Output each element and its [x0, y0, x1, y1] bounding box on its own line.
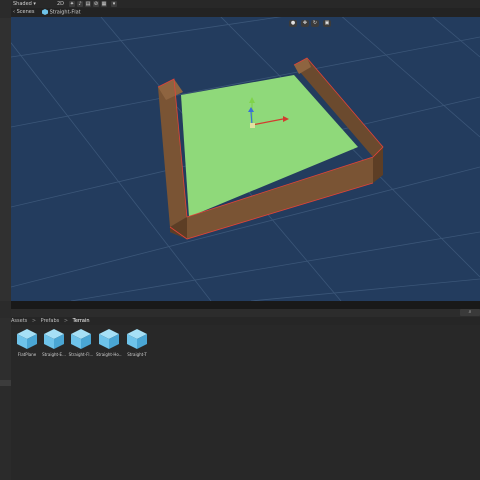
2d-toggle[interactable]: 2D	[57, 1, 64, 7]
hidden-icon[interactable]: ⊘	[93, 1, 99, 7]
search-icon[interactable]: ⌕	[460, 309, 480, 316]
rotate-tool-icon[interactable]: ↻	[311, 20, 319, 27]
prefab-icon	[17, 329, 37, 349]
breadcrumb-item[interactable]: Terrain	[73, 317, 90, 325]
left-panel-strip	[0, 0, 11, 480]
shading-mode-label: Shaded	[13, 1, 32, 7]
prefab-icon	[127, 329, 147, 349]
asset-item[interactable]: Straight-T	[124, 328, 150, 362]
asset-label: Straight-Fl...	[68, 352, 94, 357]
left-panel-segment	[0, 380, 11, 386]
asset-label: FlatPlane	[17, 352, 37, 357]
scene-breadcrumb-bar: ‹ Scenes Straight-Flat	[11, 8, 480, 17]
tab-scenes[interactable]: ‹ Scenes	[13, 9, 34, 16]
effects-icon[interactable]: ▤	[85, 1, 91, 7]
prefab-icon	[99, 329, 119, 349]
asset-item[interactable]: FlatPlane	[14, 328, 40, 362]
scene-canvas[interactable]	[11, 17, 480, 301]
tab-prefab[interactable]: Straight-Flat	[42, 9, 81, 16]
scale-tool-icon[interactable]: ▣	[323, 20, 331, 27]
asset-label: Straight-Ho...	[96, 352, 122, 357]
scene-view[interactable]: ● ✥ ↻ ▣	[11, 17, 480, 301]
project-panel-header: ⌕	[11, 309, 480, 317]
gizmos-icon[interactable]: ▾	[111, 1, 117, 7]
asset-item[interactable]: Straight-Fl...	[68, 328, 94, 362]
panel-divider[interactable]	[11, 301, 480, 309]
left-panel-segment	[0, 18, 11, 301]
asset-label: Straight-E...	[42, 352, 66, 357]
camera-icon[interactable]: ▦	[101, 1, 107, 7]
scene-tool-overlay: ● ✥ ↻ ▣	[289, 20, 345, 28]
tab-scenes-label: Scenes	[16, 9, 35, 15]
orbit-icon[interactable]: ●	[289, 20, 297, 27]
breadcrumb: Assets > Prefabs > Terrain	[11, 317, 480, 325]
tab-prefab-label: Straight-Flat	[49, 9, 81, 16]
prefab-icon	[71, 329, 91, 349]
back-arrow-icon: ‹	[13, 9, 15, 15]
prefab-icon	[42, 9, 48, 15]
breadcrumb-item[interactable]: Assets	[11, 317, 27, 325]
breadcrumb-separator: >	[31, 318, 37, 324]
asset-item[interactable]: Straight-Ho...	[96, 328, 122, 362]
asset-label: Straight-T	[127, 352, 147, 357]
prefab-icon	[44, 329, 64, 349]
lighting-icon[interactable]: ✦	[69, 1, 75, 7]
shading-mode-dropdown[interactable]: Shaded ▾	[13, 1, 36, 7]
move-tool-icon[interactable]: ✥	[301, 20, 309, 27]
left-panel-segment	[0, 318, 11, 380]
breadcrumb-separator: >	[63, 318, 69, 324]
asset-item[interactable]: Straight-E...	[41, 328, 67, 362]
center-handle-icon[interactable]	[250, 123, 255, 128]
breadcrumb-item[interactable]: Prefabs	[41, 317, 60, 325]
audio-icon[interactable]: ♪	[77, 1, 83, 7]
